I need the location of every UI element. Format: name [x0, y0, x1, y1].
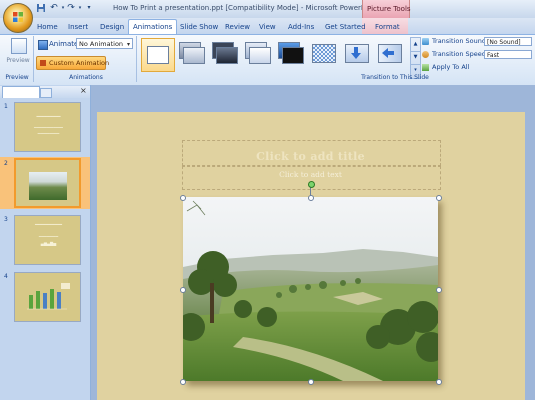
transition-gallery-scroller[interactable]: ▲ ▼ ▾ — [410, 37, 421, 79]
thumb-body-lines: ━━━━━━━━━━━━ — [34, 125, 63, 130]
apply-all-icon — [422, 64, 429, 71]
save-icon[interactable] — [36, 3, 46, 13]
tab-format[interactable]: Format — [375, 20, 400, 34]
transition-fade-black-thumb[interactable] — [210, 39, 238, 65]
tab-home[interactable]: Home — [37, 20, 58, 34]
resize-handle-nw[interactable] — [180, 195, 186, 201]
transition-cut-black-thumb[interactable] — [276, 39, 304, 65]
slide-thumbnail-2[interactable] — [14, 158, 81, 208]
tab-add-ins[interactable]: Add-Ins — [288, 20, 314, 34]
slide-thumbnail-3[interactable]: ━━━━━━━━━ ━━━━━━━━ ▄▆▄▇▅ — [14, 215, 81, 265]
animations-group-label: Animations — [69, 74, 103, 81]
preview-button-label: Preview — [6, 57, 30, 64]
thumb-chart — [27, 283, 70, 310]
preview-button[interactable]: Preview — [5, 38, 31, 71]
thumb-body-lines: ▄▆▄▇▅ — [40, 241, 57, 246]
ribbon-separator — [136, 36, 137, 82]
office-logo-icon — [13, 12, 23, 22]
slide-thumbnail-1[interactable]: ━━━━━━━━ ━━━━━━━━━━━━ ━━━━━━━━━ — [14, 102, 81, 152]
sound-icon — [422, 38, 429, 45]
animate-icon — [38, 40, 48, 50]
resize-handle-n[interactable] — [308, 195, 314, 201]
animate-dropdown[interactable]: No Animation ▾ — [76, 38, 133, 49]
chevron-down-icon: ▾ — [126, 41, 130, 48]
tab-get-started[interactable]: Get Started — [325, 20, 366, 34]
transition-wipe-left-thumb[interactable] — [375, 39, 402, 65]
transition-none-thumb[interactable] — [141, 38, 175, 72]
resize-handle-ne[interactable] — [436, 195, 442, 201]
resize-handle-w[interactable] — [180, 287, 186, 293]
thumb-body-lines: ━━━━━━━━━ — [37, 131, 60, 136]
transition-wipe-down-thumb[interactable] — [342, 39, 369, 65]
arrow-left-icon — [382, 48, 394, 58]
landscape-picture[interactable] — [183, 197, 438, 381]
animate-dropdown-value: No Animation — [79, 40, 124, 48]
slide-thumbnail-4[interactable] — [14, 272, 81, 322]
resize-handle-e[interactable] — [436, 287, 442, 293]
transition-sound-dropdown[interactable]: [No Sound] — [484, 37, 532, 46]
tab-design[interactable]: Design — [100, 20, 124, 34]
picture-tools-header: Picture Tools — [362, 0, 411, 18]
arrow-down-icon — [351, 47, 361, 59]
preview-group-label: Preview — [5, 74, 29, 81]
thumb-title-lines: ━━━━━━━━━ — [34, 222, 63, 228]
close-icon[interactable]: × — [80, 86, 87, 95]
tab-view[interactable]: View — [259, 20, 276, 34]
transition-dissolve-thumb[interactable] — [309, 39, 336, 65]
ribbon-separator — [33, 36, 34, 82]
title-placeholder-text: Click to add title — [256, 150, 365, 163]
tab-review[interactable]: Review — [225, 20, 250, 34]
picture-tools-label: Picture Tools — [367, 5, 411, 13]
thumb-title-lines: ━━━━━━━━ — [36, 114, 61, 120]
transition-group-label: Transition to This Slide — [361, 74, 429, 81]
custom-animation-label: Custom Animation — [49, 59, 110, 67]
tab-animations[interactable]: Animations — [128, 19, 178, 35]
custom-animation-icon — [40, 60, 46, 66]
slide-number: 2 — [4, 160, 8, 167]
resize-handle-se[interactable] — [436, 379, 442, 385]
transition-fade-thumb[interactable] — [177, 39, 205, 65]
transition-sound-label: Transition Sound: — [432, 37, 489, 45]
text-placeholder-text: Click to add text — [279, 170, 342, 179]
custom-animation-button[interactable]: Custom Animation — [36, 56, 110, 70]
window-title: How To Print a presentation.ppt [Compati… — [113, 4, 379, 12]
tab-outline[interactable] — [40, 88, 52, 98]
office-button[interactable] — [3, 3, 33, 33]
preview-icon — [11, 38, 27, 54]
speed-icon — [422, 51, 429, 58]
rotation-handle[interactable] — [308, 181, 315, 188]
slide-number: 4 — [4, 273, 8, 280]
slide-number: 3 — [4, 216, 8, 223]
slide-number: 1 — [4, 103, 8, 110]
transition-cut-thumb[interactable] — [243, 39, 271, 65]
apply-to-all-button[interactable]: Apply To All — [432, 63, 469, 71]
resize-handle-s[interactable] — [308, 379, 314, 385]
tab-slide-show[interactable]: Slide Show — [180, 20, 218, 34]
resize-handle-sw[interactable] — [180, 379, 186, 385]
scroll-down-icon[interactable]: ▼ — [411, 51, 420, 65]
thumb-photo — [29, 172, 67, 200]
transition-speed-dropdown[interactable]: Fast — [484, 50, 532, 59]
tab-slides[interactable] — [2, 86, 40, 98]
scroll-up-icon[interactable]: ▲ — [411, 38, 420, 52]
landscape-image — [183, 197, 438, 381]
customize-icon[interactable]: ▾ — [84, 3, 94, 13]
tab-insert[interactable]: Insert — [68, 20, 88, 34]
thumb-body-lines: ━━━━━━━━ — [38, 234, 59, 239]
transition-speed-label: Transition Speed: — [432, 50, 489, 58]
